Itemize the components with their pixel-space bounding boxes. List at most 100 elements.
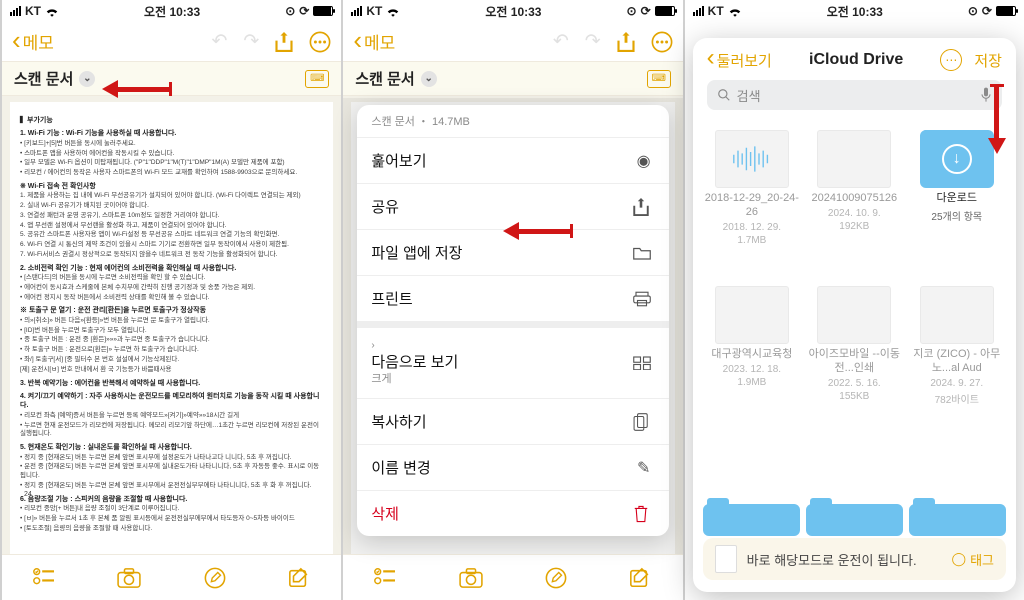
audio-thumb-icon xyxy=(715,130,789,188)
clock-label: 오전 10:33 xyxy=(485,3,541,20)
pencil-icon: ✎ xyxy=(633,458,655,478)
wifi-icon xyxy=(45,6,59,17)
doc-thumb-icon xyxy=(817,286,891,344)
doc-thumb-icon xyxy=(817,130,891,188)
folder-icon[interactable] xyxy=(806,504,903,536)
status-bar: KT 오전 10:33 ⊙⟳ xyxy=(685,0,1024,22)
battery-icon xyxy=(655,6,675,16)
folder-row-peek xyxy=(703,504,1006,536)
folder-icon: ↓ xyxy=(920,130,994,188)
alarm-icon: ⊙ xyxy=(968,4,978,18)
trash-icon xyxy=(633,505,655,523)
signal-icon xyxy=(693,6,704,16)
undo-icon: ↶ xyxy=(211,30,227,53)
checklist-icon[interactable] xyxy=(33,568,55,588)
signal-icon xyxy=(10,6,21,16)
panel-3-files-save: KT 오전 10:33 ⊙⟳ 둘러보기 iCloud Drive ⋯ 저장 검색 xyxy=(683,0,1024,600)
share-icon[interactable] xyxy=(275,32,293,52)
menu-delete[interactable]: 삭제 xyxy=(357,491,668,536)
menu-rename[interactable]: 이름 변경 ✎ xyxy=(357,445,668,491)
menu-quicklook[interactable]: 훑어보기 ◉ xyxy=(357,138,668,184)
more-icon[interactable] xyxy=(309,31,331,53)
clock-label: 오전 10:33 xyxy=(827,3,883,20)
file-item[interactable]: 지코 (ZICO) - 아무노...al Aud 2024. 9. 27. 78… xyxy=(908,282,1006,432)
copy-icon xyxy=(633,413,655,431)
alarm-icon: ⊙ xyxy=(285,4,295,18)
alarm-icon: ⊙ xyxy=(627,4,637,18)
folder-icon xyxy=(633,246,655,260)
search-field[interactable]: 검색 xyxy=(707,80,1002,110)
status-bar: KT 오전 10:33 ⊙ ⟳ xyxy=(2,0,341,22)
battery-icon xyxy=(996,6,1016,16)
undo-icon: ↶ xyxy=(553,30,569,53)
notes-header: 메모 ↶ ↷ xyxy=(343,22,682,62)
back-button[interactable]: 메모 xyxy=(12,29,54,54)
more-icon[interactable] xyxy=(651,31,673,53)
download-icon: ↓ xyxy=(942,144,972,174)
file-item[interactable]: 아이즈모바일 --이동전...인쇄 2022. 5. 16. 155KB xyxy=(805,282,903,432)
share-icon[interactable] xyxy=(617,32,635,52)
scanned-page: ▍부가기능 1. Wi-Fi 기능 : Wi-Fi 기능을 사용하실 때 사용합… xyxy=(10,102,333,554)
search-icon xyxy=(717,88,731,102)
doc-title: 스캔 문서 xyxy=(355,68,414,89)
folder-icon[interactable] xyxy=(703,504,800,536)
folder-icon[interactable] xyxy=(909,504,1006,536)
wifi-icon xyxy=(728,6,742,17)
notes-toolbar xyxy=(343,554,682,600)
sheet-header: 스캔 문서 ・ 14.7MB xyxy=(357,105,668,138)
compose-icon[interactable] xyxy=(629,567,651,589)
eye-icon: ◉ xyxy=(633,151,655,171)
tag-button[interactable]: ◯태그 xyxy=(952,550,994,569)
carrier-label: KT xyxy=(708,4,724,18)
carrier-label: KT xyxy=(366,4,382,18)
document-icon xyxy=(715,545,737,573)
camera-icon[interactable] xyxy=(117,568,141,588)
battery-icon xyxy=(313,6,333,16)
camera-icon[interactable] xyxy=(459,568,483,588)
signal-icon xyxy=(351,6,362,16)
banner-text: 바로 해당모드로 운전이 됩니다. xyxy=(747,550,917,569)
keyboard-icon[interactable] xyxy=(305,70,329,88)
doc-title: 스캔 문서 xyxy=(14,68,73,89)
orientation-lock-icon: ⟳ xyxy=(299,4,309,18)
files-title: iCloud Drive xyxy=(809,51,903,69)
keyboard-icon[interactable] xyxy=(647,70,671,88)
back-button[interactable]: 메모 xyxy=(353,29,395,54)
notes-toolbar xyxy=(2,554,341,600)
file-item[interactable]: 20241009075126 2024. 10. 9. 192KB xyxy=(805,126,903,276)
orientation-lock-icon: ⟳ xyxy=(641,4,651,18)
page-number: 24 xyxy=(24,490,32,499)
chevron-down-icon[interactable]: ⌄ xyxy=(79,71,95,87)
redo-icon: ↷ xyxy=(243,30,259,53)
files-back-button[interactable]: 둘러보기 xyxy=(707,48,772,72)
redo-icon: ↷ xyxy=(585,30,601,53)
menu-copy[interactable]: 복사하기 xyxy=(357,399,668,445)
share-icon xyxy=(633,198,655,216)
file-item[interactable]: 대구광역시교육청 2023. 12. 18. 1.9MB xyxy=(703,282,801,432)
doc-thumb-icon xyxy=(920,286,994,344)
annotation-arrow xyxy=(503,222,573,240)
doc-title-row: 스캔 문서 ⌄ xyxy=(343,62,682,96)
doc-thumb-icon xyxy=(715,286,789,344)
more-icon[interactable]: ⋯ xyxy=(940,49,962,71)
printer-icon xyxy=(633,291,655,307)
menu-view-as[interactable]: ›다음으로 보기크게 xyxy=(357,322,668,399)
document-viewport[interactable]: ▍부가기능 1. Wi-Fi 기능 : Wi-Fi 기능을 사용하실 때 사용합… xyxy=(2,96,341,554)
panel-2-action-sheet: KT 오전 10:33 ⊙⟳ 메모 ↶ ↷ 스캔 문서 ⌄ • 일부 모델은 W… xyxy=(341,0,682,600)
annotation-arrow xyxy=(988,84,1006,154)
banner: 바로 해당모드로 운전이 됩니다. ◯태그 xyxy=(703,538,1006,580)
checklist-icon[interactable] xyxy=(374,568,396,588)
markup-icon[interactable] xyxy=(204,567,226,589)
markup-icon[interactable] xyxy=(545,567,567,589)
compose-icon[interactable] xyxy=(288,567,310,589)
grid-icon xyxy=(633,356,655,370)
annotation-arrow xyxy=(102,80,172,98)
chevron-down-icon[interactable]: ⌄ xyxy=(421,71,437,87)
save-button[interactable]: 저장 xyxy=(974,50,1002,71)
menu-print[interactable]: 프린트 xyxy=(357,276,668,322)
search-placeholder: 검색 xyxy=(737,86,761,105)
file-item[interactable]: 2018-12-29_20-24-26 2018. 12. 29. 1.7MB xyxy=(703,126,801,276)
carrier-label: KT xyxy=(25,4,41,18)
action-sheet: 스캔 문서 ・ 14.7MB 훑어보기 ◉ 공유 파일 앱에 저장 프린트 ›다… xyxy=(357,105,668,536)
notes-header: 메모 ↶ ↷ xyxy=(2,22,341,62)
